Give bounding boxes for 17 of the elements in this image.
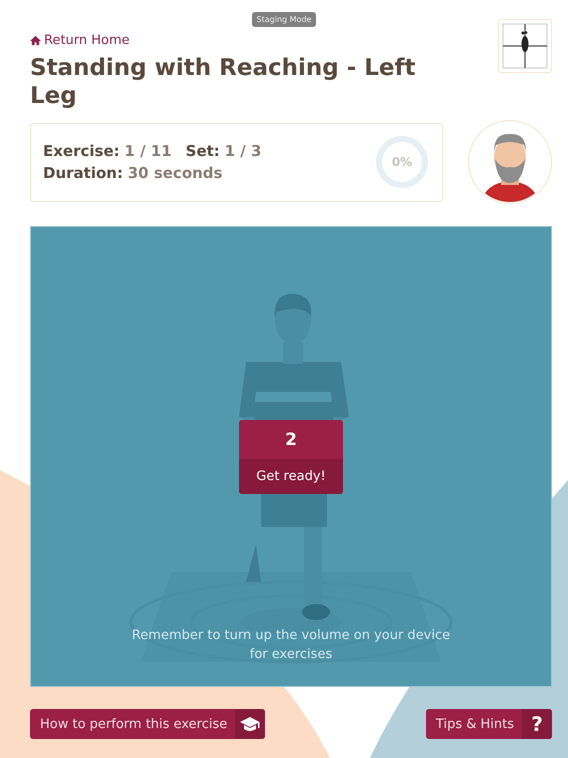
staging-mode-badge: Staging Mode	[252, 12, 316, 27]
stat-text: Set: 1 / 3	[186, 142, 262, 160]
graduation-cap-icon	[240, 716, 260, 732]
question-mark-icon: ?	[531, 712, 543, 736]
stat-text: Duration: 30 seconds	[43, 164, 224, 182]
progress-ring	[374, 134, 430, 190]
stat-text: Exercise: 1 / 11	[43, 142, 172, 160]
countdown-label: Get ready!	[239, 459, 343, 494]
exercise-title: Standing with Reaching - Left Leg	[30, 54, 417, 110]
how-to-button[interactable]: How to perform this exercise	[30, 709, 266, 739]
tips-button[interactable]: Tips & Hints ?	[426, 709, 552, 739]
foot-position-icon[interactable]	[498, 19, 552, 73]
volume-reminder: Remember to turn up the volume on your device for exercises	[130, 627, 452, 664]
home-icon	[30, 35, 41, 46]
return-home-link[interactable]: Return Home	[30, 33, 450, 48]
progress-reading: 0%	[392, 155, 412, 169]
countdown-number: 2	[284, 429, 298, 452]
